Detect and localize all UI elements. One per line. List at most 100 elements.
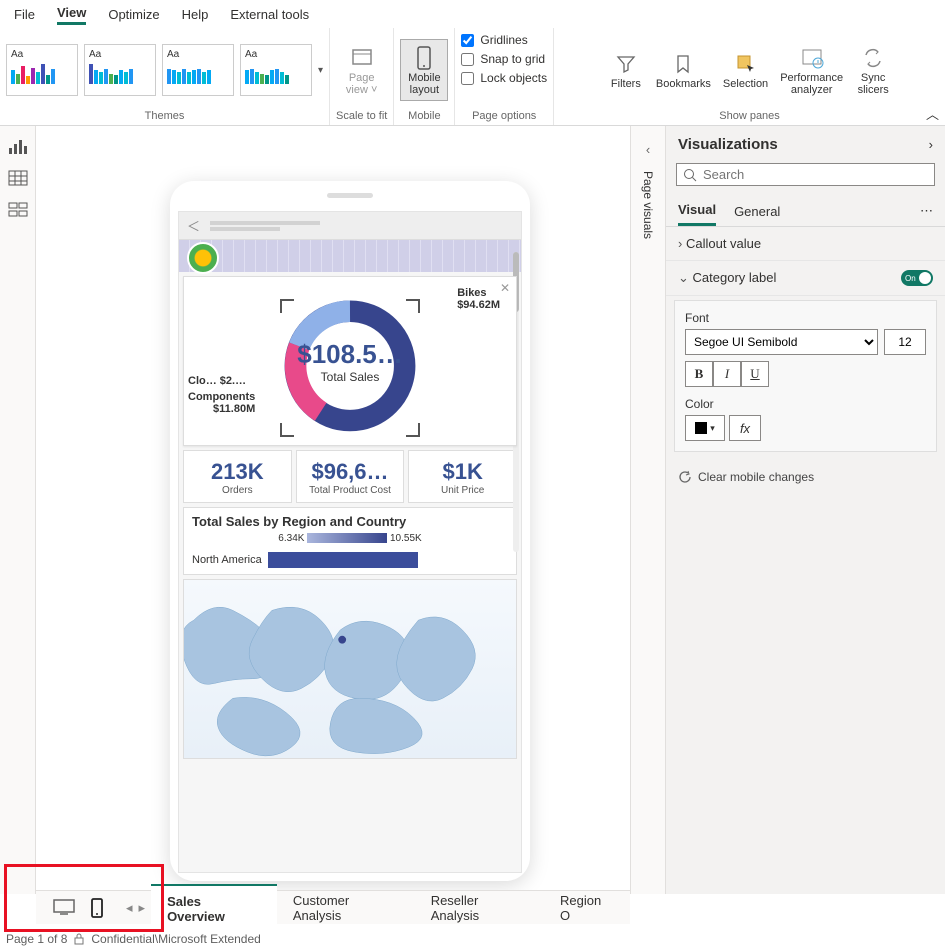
table-icon[interactable] (7, 168, 29, 188)
section-callout-value[interactable]: › Callout value (666, 227, 945, 261)
bold-button[interactable]: B (685, 361, 713, 387)
italic-button[interactable]: I (713, 361, 741, 387)
page-tab-sales-overview[interactable]: Sales Overview (151, 884, 277, 932)
visualizations-panel: Visualizations › Visual General ⋯ › Call… (665, 126, 945, 894)
mobile-layout-label: Mobile layout (408, 72, 440, 96)
menu-optimize[interactable]: Optimize (108, 5, 159, 24)
filters-button[interactable]: Filters (602, 46, 650, 94)
close-icon[interactable]: ✕ (500, 281, 510, 295)
confidential-label: Confidential\Microsoft Extended (91, 932, 260, 946)
workspace: ＜ ✕ (0, 126, 945, 894)
category-toggle[interactable]: On (901, 270, 933, 286)
bar-legend: 6.34K 10.55K (192, 533, 508, 544)
ribbon-group-show-panes: Filters Bookmarks Selection Performance … (554, 28, 945, 125)
selection-handle[interactable] (280, 299, 294, 313)
tab-scroll-right[interactable]: ▸ (139, 900, 146, 916)
selection-handle[interactable] (406, 423, 420, 437)
donut-chart-visual[interactable]: ✕ $108.5… Total Sales (183, 276, 517, 446)
selection-handle[interactable] (406, 299, 420, 313)
theme-option-3[interactable]: Aa (162, 44, 234, 96)
phone-speaker (327, 193, 373, 198)
expand-icon[interactable]: › (929, 137, 933, 152)
color-picker[interactable]: ▾ (685, 415, 725, 441)
gridlines-checkbox[interactable]: Gridlines (461, 32, 527, 48)
page-view-button[interactable]: Page view ˅ (338, 40, 386, 100)
lock-icon (73, 933, 85, 945)
desktop-view-icon[interactable] (52, 898, 76, 916)
tab-general[interactable]: General (734, 198, 780, 225)
theme-option-2[interactable]: Aa (84, 44, 156, 96)
kpi-product-cost[interactable]: $96,6…Total Product Cost (296, 450, 405, 503)
more-options-icon[interactable]: ⋯ (920, 203, 933, 219)
ribbon-group-mobile: Mobile layout Mobile (394, 28, 455, 125)
fx-button[interactable]: fx (729, 415, 761, 441)
status-bar: Page 1 of 8 Confidential\Microsoft Exten… (0, 928, 945, 950)
selection-handle[interactable] (280, 423, 294, 437)
tab-nav: ◂ ▸ (120, 900, 151, 916)
snap-to-grid-checkbox[interactable]: Snap to grid (461, 51, 545, 67)
tab-visual[interactable]: Visual (678, 196, 716, 226)
page-tab-customer-analysis[interactable]: Customer Analysis (277, 884, 415, 931)
theme-dropdown-icon[interactable]: ▾ (318, 65, 323, 76)
ribbon-label-scale: Scale to fit (336, 108, 387, 125)
kpi-row: 213KOrders $96,6…Total Product Cost $1KU… (183, 450, 517, 503)
menu-external-tools[interactable]: External tools (230, 5, 309, 24)
page-tab-region[interactable]: Region O (544, 884, 630, 931)
design-canvas: ＜ ✕ (36, 126, 630, 894)
theme-option-1[interactable]: Aa (6, 44, 78, 96)
callout-components: Components$11.80M (188, 391, 255, 415)
phone-header: ＜ (179, 212, 521, 240)
tab-scroll-left[interactable]: ◂ (126, 900, 133, 916)
search-box[interactable] (676, 163, 935, 186)
mobile-icon (415, 44, 433, 72)
viz-tabs: Visual General ⋯ (666, 196, 945, 227)
sync-icon (862, 44, 884, 72)
ribbon: Aa Aa Aa Aa ▾ Themes Page view ˅ Scale t… (0, 28, 945, 126)
ribbon-group-themes: Aa Aa Aa Aa ▾ Themes (0, 28, 330, 125)
mobile-view-icon[interactable] (90, 898, 104, 918)
selection-icon (735, 50, 757, 78)
phone-screen[interactable]: ＜ ✕ (178, 211, 522, 873)
selection-button[interactable]: Selection (717, 46, 774, 94)
font-size-input[interactable] (884, 329, 926, 355)
logo-strip (179, 240, 521, 272)
bar-row-north-america: North America (192, 552, 508, 568)
stacked-bar-icon[interactable] (7, 136, 29, 156)
menu-view[interactable]: View (57, 3, 86, 25)
donut-value: $108.5… (297, 339, 403, 370)
menu-help[interactable]: Help (182, 5, 209, 24)
collapse-left-icon[interactable]: ‹ (646, 142, 650, 157)
page-tab-reseller-analysis[interactable]: Reseller Analysis (415, 884, 544, 931)
sync-slicers-button[interactable]: Sync slicers (849, 40, 897, 100)
font-select[interactable]: Segoe UI Semibold (685, 329, 878, 355)
ribbon-label-themes: Themes (145, 108, 185, 125)
mobile-layout-button[interactable]: Mobile layout (400, 39, 448, 101)
callout-clothing: Clo… $2.… (188, 375, 246, 387)
callout-bikes: Bikes$94.62M (457, 287, 500, 311)
bar-title: Total Sales by Region and Country (192, 514, 508, 529)
donut-subtitle: Total Sales (297, 370, 403, 384)
theme-option-4[interactable]: Aa (240, 44, 312, 96)
matrix-icon[interactable] (7, 200, 29, 220)
bookmarks-button[interactable]: Bookmarks (650, 46, 717, 94)
back-icon[interactable]: ＜ (187, 216, 200, 235)
underline-button[interactable]: U (741, 361, 769, 387)
map-visual[interactable] (183, 579, 517, 759)
search-input[interactable] (703, 167, 928, 182)
page-tabs-bar: ◂ ▸ Sales Overview Customer Analysis Res… (36, 890, 630, 924)
performance-button[interactable]: Performance analyzer (774, 40, 849, 100)
kpi-unit-price[interactable]: $1KUnit Price (408, 450, 517, 503)
performance-icon (800, 44, 824, 72)
color-label: Color (685, 397, 926, 411)
kpi-orders[interactable]: 213KOrders (183, 450, 292, 503)
ribbon-label-show-panes: Show panes (719, 108, 780, 125)
bar-chart-visual[interactable]: Total Sales by Region and Country 6.34K … (183, 507, 517, 575)
category-label-form: Font Segoe UI Semibold B I U Color ▾ fx (674, 300, 937, 452)
lock-objects-checkbox[interactable]: Lock objects (461, 70, 547, 86)
ribbon-collapse-icon[interactable]: ︿ (926, 104, 939, 123)
page-visuals-label: Page visuals (641, 171, 655, 239)
menu-file[interactable]: File (14, 5, 35, 24)
section-category-label[interactable]: ⌄ Category label On (666, 261, 945, 296)
viz-header-title: Visualizations (678, 136, 778, 153)
clear-mobile-changes[interactable]: Clear mobile changes (666, 462, 945, 492)
